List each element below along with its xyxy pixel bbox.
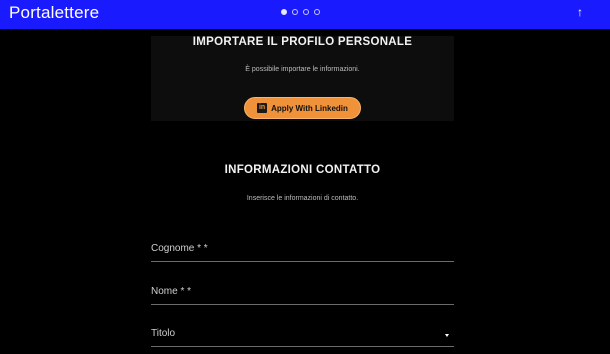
carousel-dot-4[interactable] [314, 9, 320, 15]
carousel-dots [281, 9, 320, 17]
brand-title[interactable]: Portalettere [9, 3, 99, 23]
chevron-down-icon [445, 334, 449, 337]
apply-with-linkedin-button[interactable]: in Apply With Linkedin [244, 97, 361, 119]
apply-with-linkedin-label: Apply With Linkedin [271, 103, 348, 113]
top-bar: Portalettere ↑ [0, 0, 610, 29]
cognome-field[interactable]: Cognome * * [151, 241, 454, 262]
cognome-label: Cognome * * [151, 243, 208, 254]
carousel-dot-3[interactable] [303, 9, 309, 15]
nome-label: Nome * * [151, 286, 192, 297]
arrow-up-icon[interactable]: ↑ [574, 5, 586, 19]
titolo-label: Titolo [151, 328, 176, 339]
import-profile-panel: IMPORTARE IL PROFILO PERSONALE È possibi… [151, 36, 454, 121]
titolo-select[interactable]: Titolo [151, 326, 454, 347]
carousel-dot-1[interactable] [281, 9, 287, 15]
contact-info-title: INFORMAZIONI CONTATTO [224, 164, 381, 176]
import-profile-title: IMPORTARE IL PROFILO PERSONALE [192, 36, 413, 48]
nome-field[interactable]: Nome * * [151, 284, 454, 305]
import-profile-description: È possibile importare le informazioni. [245, 66, 360, 73]
linkedin-icon: in [257, 103, 268, 113]
contact-info-description: Inserisce le informazioni di contatto. [246, 195, 359, 202]
carousel-dot-2[interactable] [292, 9, 298, 15]
